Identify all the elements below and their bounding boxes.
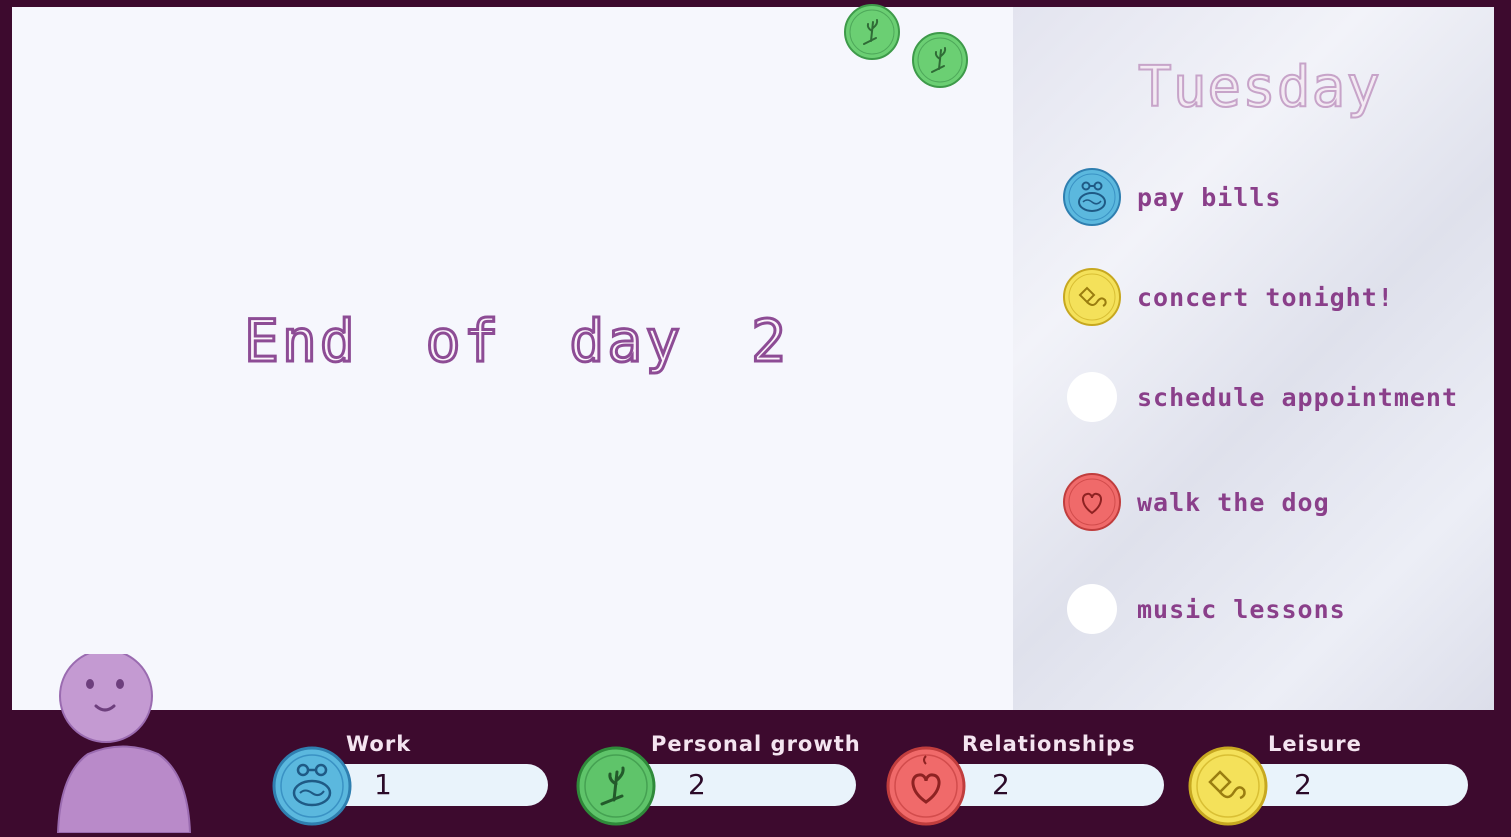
stat-name: Personal growth — [651, 732, 861, 756]
task-item[interactable]: schedule appointment — [1063, 367, 1458, 427]
stat-value: 2 — [1294, 768, 1312, 801]
stat-name: Relationships — [962, 732, 1136, 756]
work-brain-icon — [1063, 168, 1121, 226]
stat-name: Work — [346, 732, 412, 756]
stat-personal-growth: Personal growth 2 — [576, 732, 860, 833]
leisure-kite-icon — [1063, 268, 1121, 326]
task-label: pay bills — [1137, 182, 1282, 212]
game-frame: End of day 2 Tuesday pay bills concert t… — [12, 4, 1494, 710]
character-avatar — [48, 649, 198, 834]
task-label: music lessons — [1137, 594, 1346, 624]
task-item[interactable]: pay bills — [1063, 167, 1281, 227]
stat-value: 2 — [688, 768, 706, 801]
stat-work: Work 1 — [272, 732, 552, 833]
work-brain-icon — [272, 746, 352, 826]
empty-slot-icon — [1067, 372, 1117, 422]
relationships-heart-icon — [1063, 473, 1121, 531]
relationships-heart-icon — [886, 746, 966, 826]
stat-value: 1 — [374, 768, 392, 801]
stat-relationships: Relationships 2 — [886, 732, 1168, 833]
main-area: End of day 2 — [12, 4, 1013, 710]
end-of-day-title: End of day 2 — [243, 306, 790, 377]
stat-leisure: Leisure 2 — [1188, 732, 1472, 833]
task-item[interactable]: music lessons — [1063, 579, 1346, 639]
leisure-kite-icon — [1188, 746, 1268, 826]
empty-slot-icon — [1067, 584, 1117, 634]
task-item[interactable]: walk the dog — [1063, 472, 1330, 532]
growth-sprout-icon — [576, 746, 656, 826]
task-label: concert tonight! — [1137, 282, 1394, 312]
task-label: schedule appointment — [1137, 382, 1459, 412]
stat-value: 2 — [992, 768, 1010, 801]
stat-name: Leisure — [1268, 732, 1362, 756]
day-panel: Tuesday pay bills concert tonight! sched… — [1013, 7, 1494, 710]
day-title: Tuesday — [1137, 54, 1382, 121]
task-label: walk the dog — [1137, 487, 1330, 517]
task-item[interactable]: concert tonight! — [1063, 267, 1394, 327]
growth-sprout-icon[interactable] — [912, 32, 968, 88]
growth-sprout-icon[interactable] — [844, 4, 900, 60]
